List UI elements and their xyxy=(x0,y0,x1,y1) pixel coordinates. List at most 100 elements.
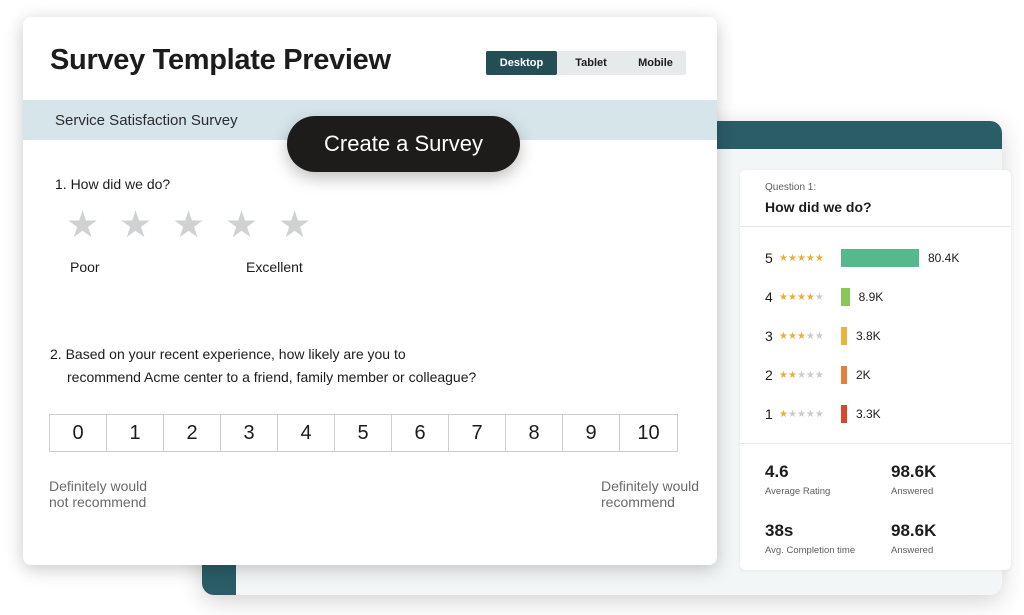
star-rating-input: ★ ★ ★ ★ ★ xyxy=(66,206,331,243)
view-option-mobile[interactable]: Mobile xyxy=(625,51,686,75)
rating-stars: ★★★★★ xyxy=(779,253,841,264)
stat-average-rating-label: Average Rating xyxy=(765,486,831,497)
nps-option-4[interactable]: 4 xyxy=(278,415,335,451)
rating-count: 3.8K xyxy=(856,329,881,343)
star-icon: ★ xyxy=(814,408,824,420)
rating-stars: ★★★★★ xyxy=(779,292,841,303)
star-icon: ★ xyxy=(796,252,806,264)
rating-row-1: 1 ★★★★★ 3.3K xyxy=(765,404,881,424)
star-icon: ★ xyxy=(805,369,815,381)
rating-row-4: 4 ★★★★★ 8.9K xyxy=(765,287,883,307)
rating-low-label: Poor xyxy=(70,259,100,275)
rating-stars: ★★★★★ xyxy=(779,370,841,381)
rating-count: 8.9K xyxy=(858,290,884,304)
nps-option-7[interactable]: 7 xyxy=(449,415,506,451)
nps-low-label: Definitely would not recommend xyxy=(49,478,148,510)
question-1-title: 1. How did we do? xyxy=(55,176,171,192)
star-icon: ★ xyxy=(796,369,806,381)
rating-number: 4 xyxy=(765,289,773,305)
nps-option-1[interactable]: 1 xyxy=(107,415,164,451)
results-divider-top xyxy=(740,226,1011,227)
survey-preview-window: Survey Template Preview Desktop Tablet M… xyxy=(23,17,717,565)
create-survey-button[interactable]: Create a Survey xyxy=(287,116,520,172)
nps-option-0[interactable]: 0 xyxy=(50,415,107,451)
star-icon[interactable]: ★ xyxy=(278,206,331,243)
nps-option-2[interactable]: 2 xyxy=(164,415,221,451)
rating-bar xyxy=(841,249,919,267)
rating-stars: ★★★★★ xyxy=(779,409,841,420)
rating-row-3: 3 ★★★★★ 3.8K xyxy=(765,326,881,346)
star-icon: ★ xyxy=(779,369,788,381)
stat-answered-value: 98.6K xyxy=(891,462,937,481)
view-option-tablet[interactable]: Tablet xyxy=(557,51,625,75)
star-icon[interactable]: ★ xyxy=(66,206,119,243)
stat-completion-time-label: Avg. Completion time xyxy=(765,545,856,556)
star-icon: ★ xyxy=(787,330,797,342)
star-icon: ★ xyxy=(805,408,815,420)
rating-number: 1 xyxy=(765,406,773,422)
stat-average-rating-value: 4.6 xyxy=(765,462,789,481)
stat-answered-label: Answered xyxy=(891,486,934,497)
nps-high-label: Definitely would recommend xyxy=(601,478,700,510)
star-icon: ★ xyxy=(796,330,806,342)
rating-bar xyxy=(841,366,847,384)
star-icon: ★ xyxy=(796,291,806,303)
rating-number: 3 xyxy=(765,328,773,344)
rating-stars: ★★★★★ xyxy=(779,331,841,342)
star-icon: ★ xyxy=(779,330,788,342)
rating-count: 3.3K xyxy=(856,407,881,421)
rating-count: 80.4K xyxy=(928,251,960,265)
star-icon: ★ xyxy=(787,252,797,264)
star-icon: ★ xyxy=(779,291,788,303)
star-icon: ★ xyxy=(787,408,797,420)
rating-high-label: Excellent xyxy=(246,259,303,275)
rating-bar xyxy=(841,327,847,345)
page-title: Survey Template Preview xyxy=(50,44,391,76)
view-option-desktop[interactable]: Desktop xyxy=(486,51,557,75)
nps-option-8[interactable]: 8 xyxy=(506,415,563,451)
rating-number: 5 xyxy=(765,250,773,266)
nps-option-3[interactable]: 3 xyxy=(221,415,278,451)
star-icon: ★ xyxy=(779,408,788,420)
star-icon: ★ xyxy=(814,291,824,303)
stat-average-rating: 4.6 Average Rating xyxy=(765,462,830,497)
rating-row-2: 2 ★★★★★ 2K xyxy=(765,365,871,385)
star-icon: ★ xyxy=(787,291,797,303)
star-icon: ★ xyxy=(805,252,815,264)
star-icon[interactable]: ★ xyxy=(172,206,225,243)
nps-option-5[interactable]: 5 xyxy=(335,415,392,451)
rating-bar xyxy=(841,288,850,306)
stat-answered-secondary: 98.6K Answered xyxy=(891,521,936,556)
survey-name: Service Satisfaction Survey xyxy=(55,112,238,129)
view-toggle: Desktop Tablet Mobile xyxy=(486,51,686,75)
rating-bar xyxy=(841,405,847,423)
results-divider-bottom xyxy=(740,443,1011,444)
nps-option-10[interactable]: 10 xyxy=(620,415,677,451)
stat-answered-secondary-label: Answered xyxy=(891,545,934,556)
question-2-title-line-1: 2. Based on your recent experience, how … xyxy=(50,346,406,362)
star-icon: ★ xyxy=(814,330,824,342)
nps-option-9[interactable]: 9 xyxy=(563,415,620,451)
question-2-title-line-2: recommend Acme center to a friend, famil… xyxy=(67,369,477,385)
nps-option-6[interactable]: 6 xyxy=(392,415,449,451)
star-icon: ★ xyxy=(814,252,824,264)
results-question-title: How did we do? xyxy=(765,199,872,215)
results-panel: Question 1: How did we do? 5 ★★★★★ 80.4K 4 ★… xyxy=(740,170,1011,570)
rating-row-5: 5 ★★★★★ 80.4K xyxy=(765,248,959,268)
star-icon: ★ xyxy=(805,330,815,342)
results-question-number: Question 1: xyxy=(765,182,817,193)
star-icon[interactable]: ★ xyxy=(225,206,278,243)
star-icon: ★ xyxy=(805,291,815,303)
stat-completion-time: 38s Avg. Completion time xyxy=(765,521,855,556)
star-icon: ★ xyxy=(796,408,806,420)
stat-completion-time-value: 38s xyxy=(765,521,794,540)
star-icon: ★ xyxy=(787,369,797,381)
rating-count: 2K xyxy=(856,368,871,382)
star-icon: ★ xyxy=(779,252,788,264)
stat-answered-secondary-value: 98.6K xyxy=(891,521,937,540)
nps-scale: 0 1 2 3 4 5 6 7 8 9 10 xyxy=(49,414,678,452)
star-icon: ★ xyxy=(814,369,824,381)
stat-answered: 98.6K Answered xyxy=(891,462,936,497)
star-icon[interactable]: ★ xyxy=(119,206,172,243)
rating-number: 2 xyxy=(765,367,773,383)
